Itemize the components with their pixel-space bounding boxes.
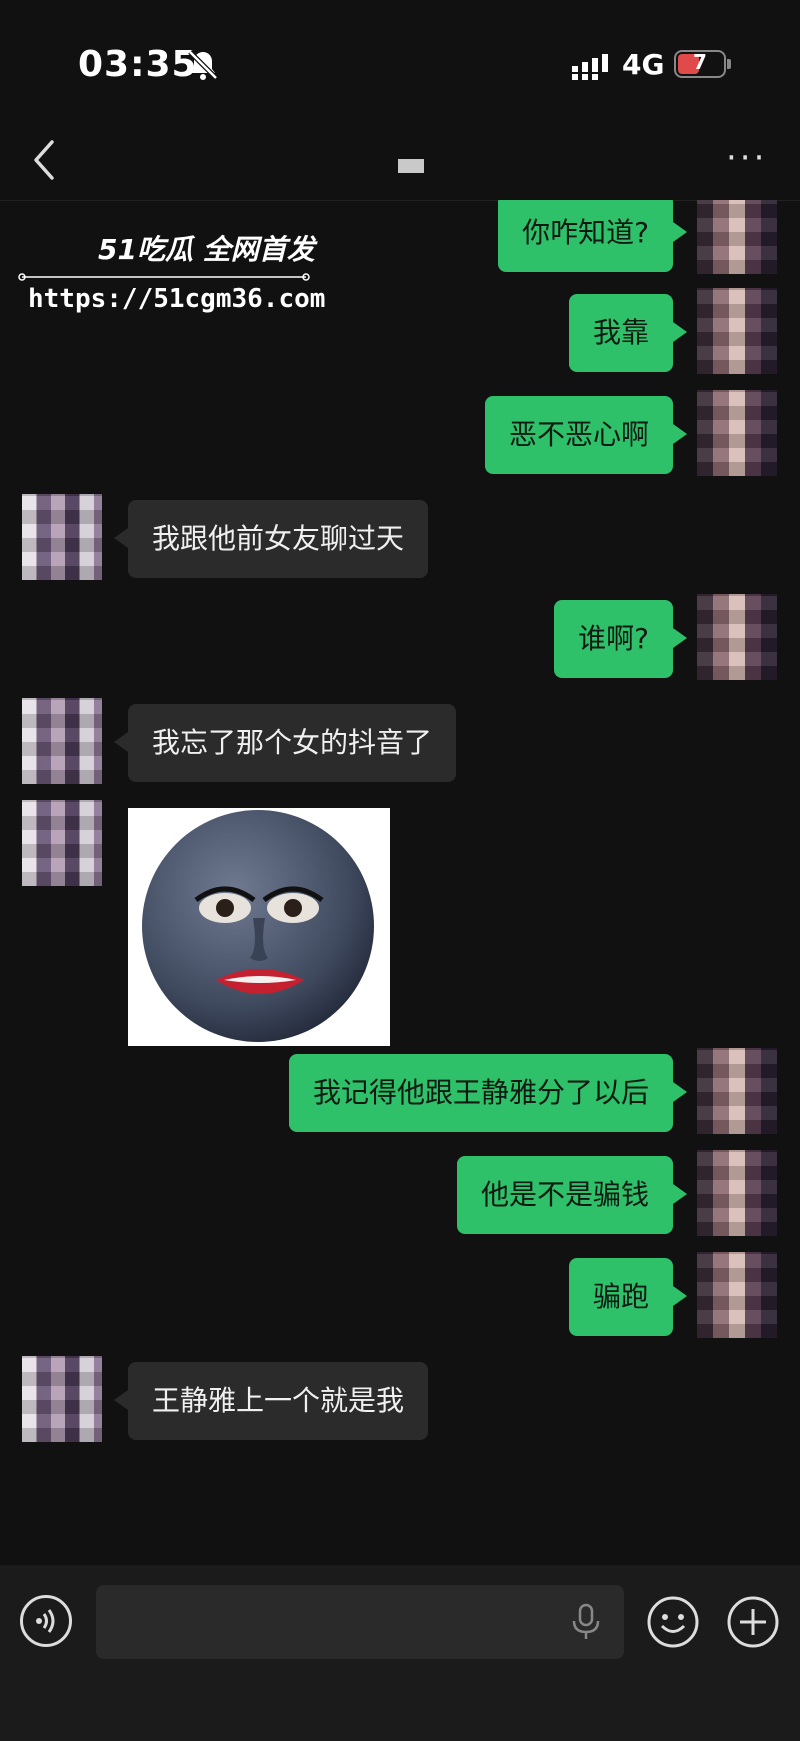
- sent-message-bubble[interactable]: 我靠: [568, 294, 688, 372]
- contact-avatar[interactable]: [22, 800, 102, 886]
- message-input[interactable]: [96, 1585, 624, 1659]
- circuit-line-icon: [18, 273, 310, 281]
- contact-avatar[interactable]: [22, 698, 102, 784]
- signal-icon: [572, 54, 608, 80]
- battery-tip: [727, 59, 731, 69]
- battery-icon: 7: [674, 50, 726, 78]
- watermark-brand: 51吃瓜 全网首发: [98, 233, 315, 266]
- moon-face-sticker: [142, 810, 374, 1042]
- network-type: 4G: [622, 48, 665, 81]
- sent-message-bubble[interactable]: 我记得他跟王静雅分了以后: [288, 1054, 688, 1132]
- my-avatar[interactable]: [697, 594, 777, 680]
- received-message-bubble[interactable]: 我跟他前女友聊过天: [113, 500, 429, 578]
- chat-message-list[interactable]: 你咋知道? 我靠恶不恶心啊 我跟他前女友聊过天谁啊? 我忘了那个女的抖音了我记得他跟王…: [0, 200, 800, 1565]
- my-avatar[interactable]: [697, 390, 777, 476]
- watermark-url: https://51cgm36.com: [28, 284, 326, 314]
- received-message-bubble[interactable]: 我忘了那个女的抖音了: [113, 704, 457, 782]
- sticker-image[interactable]: [128, 808, 390, 1046]
- input-bar: [0, 1565, 800, 1741]
- chat-header: ···: [0, 120, 800, 201]
- bell-muted-icon: [188, 50, 218, 80]
- mic-icon[interactable]: [566, 1601, 606, 1641]
- received-message-bubble[interactable]: 王静雅上一个就是我: [113, 1362, 429, 1440]
- battery-percent: 7: [693, 50, 707, 74]
- plus-icon[interactable]: [726, 1595, 780, 1649]
- contact-avatar[interactable]: [22, 494, 102, 580]
- sent-message-bubble[interactable]: 恶不恶心啊: [484, 396, 688, 474]
- my-avatar[interactable]: [697, 288, 777, 374]
- my-avatar[interactable]: [697, 1150, 777, 1236]
- my-avatar[interactable]: [697, 1048, 777, 1134]
- chevron-left-icon[interactable]: [30, 138, 58, 182]
- voice-icon[interactable]: [20, 1595, 72, 1647]
- my-avatar[interactable]: [697, 1252, 777, 1338]
- more-options-button[interactable]: ···: [726, 141, 767, 175]
- emoji-icon[interactable]: [646, 1595, 700, 1649]
- sent-message-bubble[interactable]: 他是不是骗钱: [456, 1156, 688, 1234]
- my-avatar[interactable]: [697, 200, 777, 274]
- status-time: 03:35: [78, 44, 198, 85]
- contact-avatar[interactable]: [22, 1356, 102, 1442]
- sent-message-bubble[interactable]: 你咋知道?: [498, 200, 687, 272]
- chat-title-redacted: [398, 159, 424, 173]
- status-bar: 03:35 4G 7: [0, 0, 800, 120]
- sent-message-bubble[interactable]: 谁啊?: [554, 600, 687, 678]
- sent-message-bubble[interactable]: 骗跑: [568, 1258, 688, 1336]
- watermark: 51吃瓜 全网首发 https://51cgm36.com: [18, 228, 325, 328]
